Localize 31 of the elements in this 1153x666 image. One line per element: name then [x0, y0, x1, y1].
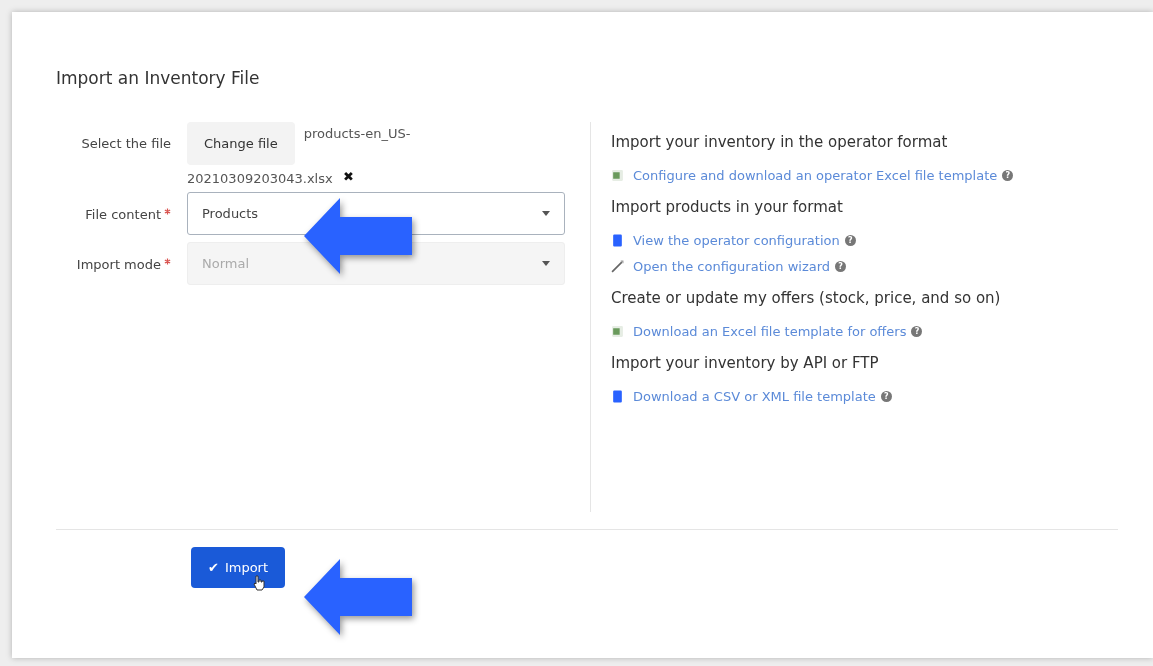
link[interactable]: View the operator configuration	[633, 233, 840, 248]
wand-icon	[611, 260, 624, 273]
spreadsheet-icon	[611, 325, 624, 338]
file-name: products-en_US-	[303, 125, 411, 141]
select-field: Normal	[187, 242, 565, 285]
help-icon[interactable]: ?	[911, 326, 923, 337]
book-icon	[611, 234, 624, 247]
section-heading: Create or update my offers (stock, price, and so on)	[611, 289, 1002, 307]
field-label: Import mode	[76, 257, 161, 272]
help-icon[interactable]: ?	[844, 235, 856, 246]
remove-file-button[interactable]: ✖	[332, 169, 354, 184]
field-label: File content	[85, 207, 161, 222]
spreadsheet-icon	[611, 169, 624, 182]
hand-cursor-icon	[253, 575, 265, 591]
change-file-button[interactable]: Change file	[187, 122, 295, 165]
section-heading: Import your inventory in the operator format	[611, 133, 949, 151]
book-icon	[611, 390, 624, 403]
file-name: 20210309203043.xlsx	[187, 170, 333, 186]
link[interactable]: Download a CSV or XML file template	[633, 389, 876, 404]
check-icon: ✔	[208, 560, 219, 575]
link[interactable]: Open the configuration wizard	[633, 259, 831, 274]
section-heading: Import products in your format	[611, 198, 844, 216]
help-icon[interactable]: ?	[1002, 170, 1014, 181]
page-title: Import an Inventory File	[56, 67, 261, 88]
help-icon[interactable]: ?	[880, 391, 892, 402]
section-heading: Import your inventory by API or FTP	[611, 354, 880, 372]
field-label: Select the file	[80, 135, 171, 151]
link[interactable]: Download an Excel file template for offers	[633, 324, 907, 339]
help-icon[interactable]: ?	[835, 261, 847, 272]
link[interactable]: Configure and download an operator Excel file template	[633, 168, 998, 183]
import-button[interactable]: ✔ Import	[191, 547, 286, 588]
